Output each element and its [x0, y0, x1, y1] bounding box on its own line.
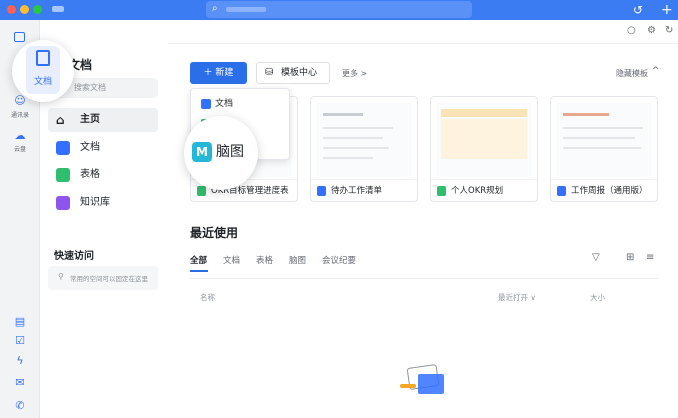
template-title: 工作周报（通用版） [571, 186, 648, 196]
cloud-icon[interactable]: ☁ [13, 130, 27, 142]
sidebar-item-wiki[interactable]: 知识库 [48, 191, 158, 215]
sidebar-item-label: 表格 [80, 169, 100, 180]
tab-docs[interactable]: 文档 [223, 254, 240, 266]
hide-templates-button[interactable]: 隐藏模板 [616, 68, 648, 79]
pin-icon: ⚲ [58, 272, 64, 281]
recent-title: 最近使用 [190, 226, 239, 240]
sidebar-item-label: 知识库 [80, 197, 110, 208]
sidebar-item-label: 主页 [80, 114, 100, 125]
template-icon: ⛁ [265, 67, 274, 78]
template-thumbnail [437, 103, 531, 177]
close-window-button[interactable] [7, 5, 16, 14]
template-center-label: 模板中心 [281, 68, 318, 78]
doc-icon [36, 50, 50, 66]
home-icon: ⌂ [56, 113, 65, 127]
sidebar-item-docs[interactable]: 文档 [48, 136, 158, 160]
new-button-label: 新建 [215, 68, 234, 78]
dropdown-item-label: 文档 [215, 99, 234, 109]
tab-all[interactable]: 全部 [190, 254, 207, 266]
maximize-window-button[interactable] [33, 5, 42, 14]
doc-icon [56, 141, 70, 155]
message-icon[interactable] [14, 32, 25, 42]
minimize-window-button[interactable] [20, 5, 29, 14]
column-name: 名称 [200, 293, 215, 302]
column-size: 大小 [590, 293, 605, 302]
calendar-icon[interactable]: ▤ [13, 316, 27, 328]
plus-icon: ＋ [203, 68, 216, 78]
lightning-icon[interactable]: ϟ [13, 355, 27, 367]
mail-icon[interactable]: ✉ [13, 377, 27, 389]
task-icon[interactable]: ☑ [13, 335, 27, 347]
new-button[interactable]: ＋ 新建 [190, 62, 247, 84]
history-icon[interactable]: ↺ [633, 2, 643, 18]
rail-label-cloud: 云盘 [13, 146, 26, 153]
template-title: 待办工作清单 [331, 186, 383, 196]
tab-sheets[interactable]: 表格 [256, 254, 273, 266]
sidebar-item-home[interactable]: ⌂ 主页 [48, 108, 158, 132]
sheet-icon [197, 186, 206, 196]
doc-icon [557, 186, 566, 196]
quick-access-title: 快速访问 [54, 251, 94, 262]
template-card[interactable]: 个人OKR规划 [430, 96, 538, 202]
template-card[interactable]: 待办工作清单 [310, 96, 418, 202]
active-tab-indicator [190, 270, 208, 272]
sidebar-search-placeholder: 搜索文档 [74, 83, 106, 92]
app-logo [52, 6, 64, 12]
search-icon: ⌕ [212, 3, 218, 14]
doc-icon [201, 99, 211, 109]
doc-icon [317, 186, 326, 196]
template-thumbnail [557, 103, 651, 177]
chevron-up-icon[interactable]: ^ [652, 66, 660, 76]
sidebar-item-label: 文档 [80, 142, 100, 153]
mindmap-icon: M [192, 142, 212, 162]
rail-item-docs-active[interactable]: 文档 [26, 46, 60, 94]
wiki-icon [56, 196, 70, 210]
settings-icon[interactable]: ⚙ [647, 25, 656, 36]
search-placeholder [226, 7, 266, 12]
more-templates-link[interactable]: 更多 > [342, 68, 367, 79]
quick-access-hint: 常用的空间可以固定在这里 [70, 275, 148, 283]
filter-icon[interactable]: ▽ [592, 252, 600, 263]
tab-mindmaps[interactable]: 脑图 [289, 254, 306, 266]
refresh-icon[interactable]: ↻ [665, 25, 673, 36]
sheet-icon [437, 186, 446, 196]
template-center-button[interactable]: ⛁ 模板中心 [256, 62, 330, 84]
rail-label-contacts: 通讯录 [10, 112, 29, 119]
dropdown-item-mindmap[interactable]: 脑图 [216, 142, 244, 162]
divider [190, 278, 658, 279]
global-search-bar[interactable]: ⌕ [206, 1, 472, 18]
list-view-icon[interactable]: ≡ [646, 252, 654, 263]
magnifier-docs: 文档 [12, 40, 74, 102]
sidebar-item-sheets[interactable]: 表格 [48, 163, 158, 187]
template-card[interactable]: 工作周报（通用版） [550, 96, 658, 202]
rail-label-docs: 文档 [33, 77, 52, 87]
sheet-icon [56, 168, 70, 182]
empty-state-illustration [398, 362, 448, 402]
dropdown-item-doc[interactable]: 文档 [197, 95, 283, 113]
search-small-icon[interactable]: ○ [627, 25, 636, 36]
magnifier-mindmap: M 脑图 [184, 116, 258, 190]
column-last-opened[interactable]: 最近打开 ∨ [498, 292, 536, 303]
template-thumbnail [317, 103, 411, 177]
add-icon[interactable]: + [661, 2, 673, 18]
grid-view-icon[interactable]: ⊞ [626, 252, 634, 263]
phone-icon[interactable]: ✆ [13, 400, 27, 412]
template-title: 个人OKR规划 [451, 186, 504, 196]
quick-access-box: ⚲ 常用的空间可以固定在这里 [48, 266, 158, 290]
tab-meeting-notes[interactable]: 会议纪要 [322, 254, 356, 266]
title-bar: ⌕ ↺ + [0, 0, 678, 20]
